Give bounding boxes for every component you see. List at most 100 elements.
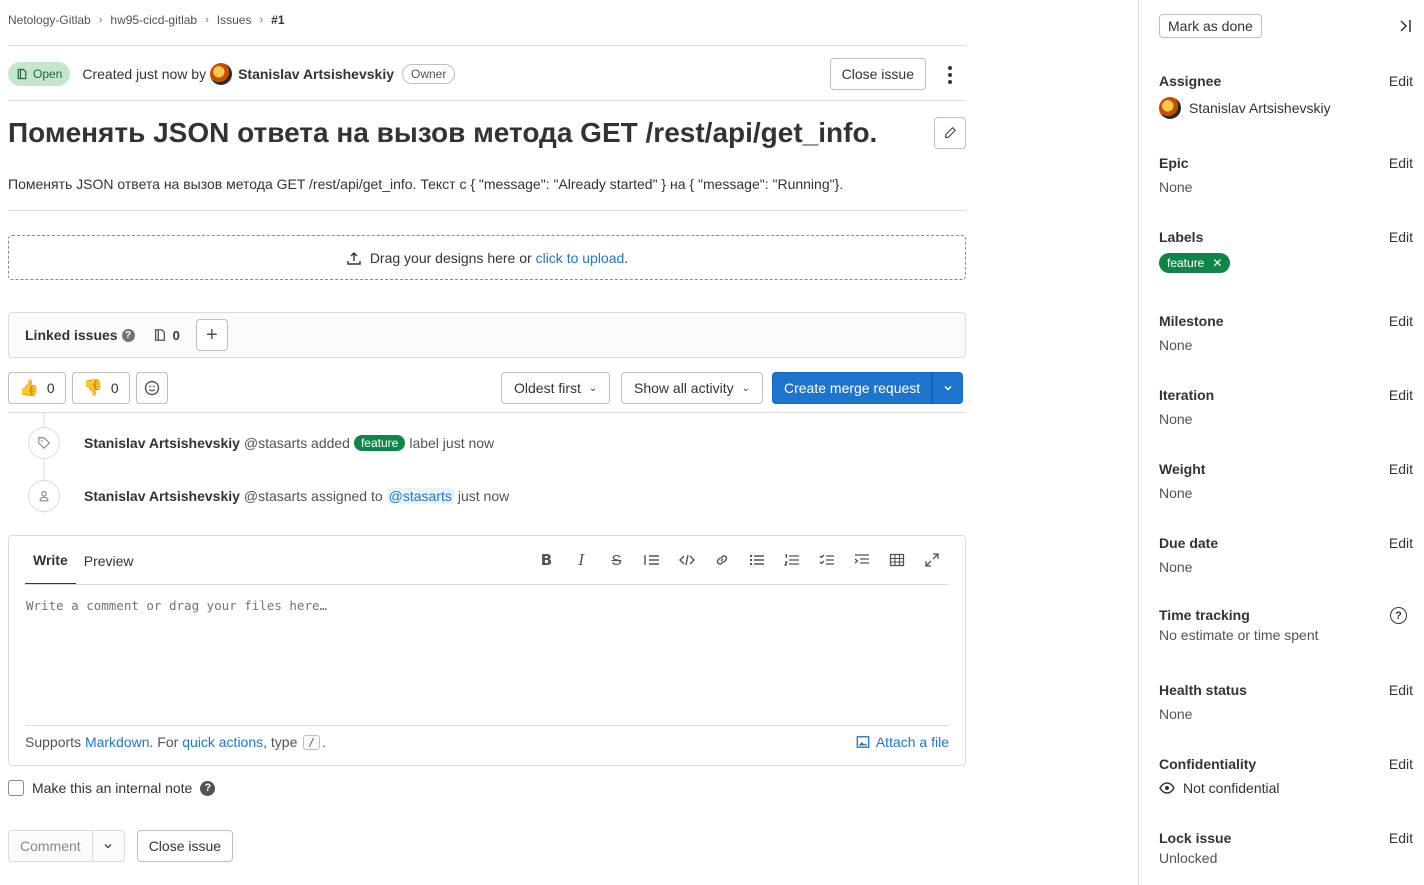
more-actions-icon[interactable] — [942, 63, 958, 87]
comment-button[interactable]: Comment — [8, 830, 93, 862]
breadcrumb-current[interactable]: #1 — [271, 13, 284, 27]
link-icon[interactable] — [704, 548, 739, 572]
assignee-edit-link[interactable]: Edit — [1389, 73, 1413, 89]
thumbs-up-button[interactable]: 👍 0 — [8, 372, 66, 404]
markdown-link[interactable]: Markdown — [85, 734, 150, 750]
collapsible-icon[interactable] — [844, 548, 879, 572]
supports-text: Supports — [25, 734, 82, 750]
health-status-edit-link[interactable]: Edit — [1389, 682, 1413, 698]
assignee-name[interactable]: Stanislav Artsishevskiy — [1189, 100, 1331, 116]
iteration-edit-link[interactable]: Edit — [1389, 387, 1413, 403]
comment-options-dropdown[interactable] — [92, 830, 125, 862]
issue-main: Netology-Gitlab › hw95-cicd-gitlab › Iss… — [8, 0, 966, 885]
table-icon[interactable] — [879, 548, 914, 572]
label-badge[interactable]: feature — [353, 435, 406, 451]
upload-link[interactable]: click to upload — [536, 250, 625, 266]
comment-editor: Write Preview B I S Write a comment or d… — [8, 535, 966, 766]
epic-value: None — [1159, 179, 1193, 195]
thumbs-down-button[interactable]: 👎 0 — [72, 372, 130, 404]
epic-edit-link[interactable]: Edit — [1389, 155, 1413, 171]
issue-open-icon — [17, 68, 27, 80]
collapse-sidebar-icon[interactable] — [1396, 14, 1416, 38]
sort-order-dropdown[interactable]: Oldest first ⌄ — [501, 372, 611, 404]
avatar[interactable] — [1159, 97, 1181, 119]
pencil-icon — [945, 126, 957, 138]
confidentiality-edit-link[interactable]: Edit — [1389, 756, 1413, 772]
code-icon[interactable] — [669, 548, 704, 572]
linked-count-value: 0 — [172, 327, 180, 343]
author-link[interactable]: Stanislav Artsishevskiy — [238, 66, 394, 82]
weight-edit-link[interactable]: Edit — [1389, 461, 1413, 477]
task-list-icon[interactable] — [809, 548, 844, 572]
numbered-list-icon[interactable] — [774, 548, 809, 572]
breadcrumb-group[interactable]: Netology-Gitlab — [8, 13, 91, 27]
help-icon[interactable]: ? — [200, 780, 216, 796]
confidentiality-title: Confidentiality — [1159, 756, 1257, 772]
help-icon[interactable]: ? — [121, 328, 135, 342]
issue-description: Поменять JSON ответа на вызов метода GET… — [8, 176, 844, 192]
activity-filter-label: Show all activity — [634, 380, 734, 396]
slash-key: / — [303, 734, 320, 750]
confidentiality-value: Not confidential — [1159, 780, 1409, 796]
iteration-title: Iteration — [1159, 387, 1215, 403]
avatar[interactable] — [210, 63, 233, 85]
sidebar-weight: Weight Edit None — [1159, 461, 1413, 501]
fullscreen-icon[interactable] — [914, 548, 949, 572]
edit-title-button[interactable] — [934, 117, 966, 149]
editor-tabs: Write Preview — [25, 536, 142, 585]
breadcrumb-issues[interactable]: Issues — [217, 13, 252, 27]
tab-write[interactable]: Write — [25, 536, 76, 585]
italic-icon[interactable]: I — [564, 548, 599, 572]
merge-request-split-button: Create merge request — [772, 372, 964, 404]
label-badge[interactable]: feature ✕ — [1159, 253, 1231, 273]
merge-options-dropdown[interactable] — [932, 372, 964, 404]
lock-issue-value: Unlocked — [1159, 850, 1218, 866]
close-issue-button[interactable]: Close issue — [829, 58, 926, 90]
lock-issue-edit-link[interactable]: Edit — [1389, 830, 1413, 846]
close-issue-bottom-button[interactable]: Close issue — [136, 830, 234, 862]
status-badge: Open — [8, 62, 71, 86]
quick-actions-link[interactable]: quick actions — [182, 734, 263, 750]
quote-icon[interactable] — [634, 548, 669, 572]
bold-icon[interactable]: B — [529, 548, 564, 572]
internal-note-label[interactable]: Make this an internal note — [32, 780, 192, 796]
milestone-edit-link[interactable]: Edit — [1389, 313, 1413, 329]
created-by: Created just now by Stanislav Artsishevs… — [82, 63, 394, 85]
issue-title: Поменять JSON ответа на вызов метода GET… — [8, 117, 878, 148]
mark-as-done-button[interactable]: Mark as done — [1159, 14, 1262, 38]
sidebar-time-tracking: Time tracking ? No estimate or time spen… — [1159, 607, 1409, 643]
tab-preview[interactable]: Preview — [76, 536, 142, 585]
design-dropzone[interactable]: Drag your designs here or click to uploa… — [8, 235, 966, 280]
add-linked-issue-button[interactable]: + — [195, 319, 228, 351]
close-icon[interactable]: ✕ — [1212, 256, 1222, 270]
attach-file-button[interactable]: Attach a file — [856, 734, 949, 750]
activity-filter-dropdown[interactable]: Show all activity ⌄ — [621, 372, 763, 404]
epic-title: Epic — [1159, 155, 1189, 171]
help-icon[interactable]: ? — [1390, 607, 1407, 624]
activity-action-post: label just now — [409, 435, 495, 451]
activity-text: Stanislav Artsishevskiy @stasarts assign… — [84, 488, 509, 504]
breadcrumb-project[interactable]: hw95-cicd-gitlab — [110, 13, 197, 27]
divider — [8, 412, 966, 413]
comment-textarea[interactable]: Write a comment or drag your files here… — [26, 598, 327, 613]
add-reaction-button[interactable] — [136, 372, 168, 404]
sidebar-epic: Epic Edit None — [1159, 155, 1413, 195]
for-text: . For — [149, 734, 179, 750]
due-date-edit-link[interactable]: Edit — [1389, 535, 1413, 551]
labels-edit-link[interactable]: Edit — [1389, 229, 1413, 245]
smiley-icon — [144, 380, 160, 396]
internal-note-checkbox[interactable] — [8, 780, 24, 796]
bullet-list-icon[interactable] — [739, 548, 774, 572]
activity-author[interactable]: Stanislav Artsishevskiy — [84, 435, 240, 451]
create-merge-request-button[interactable]: Create merge request — [772, 372, 933, 404]
activity-author[interactable]: Stanislav Artsishevskiy — [84, 488, 240, 504]
label-text: feature — [1167, 256, 1205, 270]
divider — [25, 584, 949, 585]
role-badge: Owner — [402, 64, 456, 84]
strikethrough-icon[interactable]: S — [599, 548, 634, 572]
issue-actions-row: 👍 0 👎 0 Oldest first ⌄ Show all activity… — [8, 372, 966, 404]
comment-footer: Supports Markdown. For quick actions, ty… — [25, 734, 949, 750]
user-mention[interactable]: @stasarts — [386, 488, 454, 504]
issues-icon — [154, 329, 165, 341]
thumbs-down-count: 0 — [110, 380, 119, 396]
